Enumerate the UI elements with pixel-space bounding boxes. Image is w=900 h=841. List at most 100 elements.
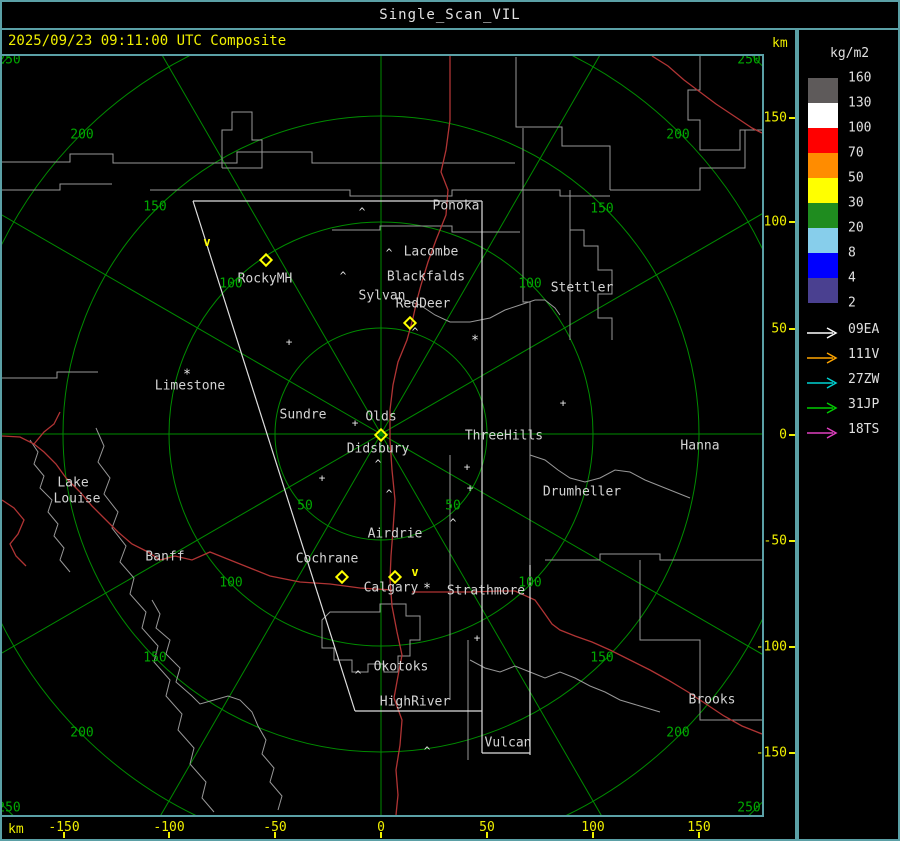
city-label: Hanna — [680, 438, 720, 454]
colorbar-value-label: 20 — [848, 220, 864, 236]
city-label: HighRiver — [379, 694, 451, 710]
right-axis-tick — [789, 117, 795, 119]
station-id-label: 27ZW — [848, 371, 880, 387]
right-axis-tick — [789, 646, 795, 648]
range-ring-label: 100 — [219, 575, 243, 591]
range-ring-label: 200 — [70, 127, 94, 143]
city-label: Brooks — [688, 692, 736, 708]
city-label: Okotoks — [373, 659, 429, 675]
range-ring-label: 50 — [445, 498, 461, 514]
station-legend-row: 31JP — [806, 396, 898, 414]
city-label: Ponoka — [432, 198, 480, 214]
station-arrow-icon — [807, 427, 838, 439]
station-id-label: 09EA — [848, 321, 880, 337]
town-caret-marker: ^ — [411, 325, 419, 339]
city-label: Louise — [53, 491, 101, 507]
bottom-axis-tick — [274, 832, 276, 838]
colorbar-swatch — [808, 153, 838, 178]
station-legend-row: 111V — [806, 346, 898, 364]
right-axis-tick-label: -100 — [755, 639, 787, 655]
city-label: Vulcan — [484, 735, 532, 751]
colorbar-swatch — [808, 178, 838, 203]
range-ring-label: 150 — [590, 201, 614, 217]
radar-map[interactable]: Ponoka Lacombe Blackfalds Sylvan RedDeer Stet… — [2, 56, 762, 815]
range-ring-label: 200 — [70, 725, 94, 741]
sidebar-separator — [795, 30, 799, 839]
range-ring-label: 50 — [297, 498, 313, 514]
town-caret-marker: ^ — [449, 516, 457, 530]
bottom-axis-tick — [168, 832, 170, 838]
city-label: RockyMH — [237, 271, 293, 287]
colorbar-swatch — [808, 253, 838, 278]
range-ring-label: 250 — [737, 56, 761, 68]
colorbar-value-label: 30 — [848, 195, 864, 211]
town-star-marker: * — [423, 581, 431, 597]
town-plus-marker: + — [351, 416, 359, 430]
town-caret-marker: ^ — [358, 205, 366, 219]
colorbar-unit-label: kg/m2 — [830, 46, 870, 61]
station-arrow-icon — [807, 327, 838, 339]
station-id-label: 111V — [848, 346, 880, 362]
station-arrow-icon — [807, 402, 838, 414]
city-label: Lake — [57, 475, 89, 491]
town-plus-marker: + — [559, 396, 567, 410]
range-ring-label: 100 — [518, 575, 542, 591]
city-label: Banff — [145, 549, 185, 565]
range-ring-label: 150 — [143, 650, 167, 666]
station-id-label: 31JP — [848, 396, 880, 412]
city-label: Calgary — [363, 580, 419, 596]
colorbar-swatch — [808, 128, 838, 153]
range-ring-label: 100 — [219, 276, 243, 292]
colorbar-value-label: 100 — [848, 120, 872, 136]
right-axis: 150 100 50 0 -50 -100 -150 — [756, 30, 795, 820]
city-label: Blackfalds — [386, 269, 466, 285]
station-arrow-icon — [807, 352, 838, 364]
colorbar-value-label: 8 — [848, 245, 856, 261]
right-axis-tick-label: 50 — [771, 321, 787, 337]
town-caret-marker: ^ — [374, 457, 382, 471]
town-plus-marker: + — [466, 481, 474, 495]
town-star-marker: * — [471, 333, 479, 349]
right-axis-tick — [789, 434, 795, 436]
colorbar-swatch — [808, 228, 838, 253]
town-caret-marker: ^ — [423, 744, 431, 758]
city-label: Didsbury — [346, 441, 410, 457]
right-axis-tick — [789, 752, 795, 754]
city-label: Cochrane — [295, 551, 359, 567]
city-label: ThreeHills — [464, 428, 544, 444]
bottom-axis-tick — [592, 832, 594, 838]
bottom-axis-unit: km — [8, 822, 24, 837]
town-caret-marker: ^ — [354, 668, 362, 682]
bottom-axis-tick — [486, 832, 488, 838]
range-ring-label: 100 — [518, 276, 542, 292]
station-id-label: 18TS — [848, 421, 880, 437]
right-axis-tick-label: -150 — [755, 745, 787, 761]
range-ring-label: 200 — [666, 127, 690, 143]
colorbar-swatch — [808, 278, 838, 303]
bottom-axis: km -150 -100 -50 0 50 100 150 — [0, 817, 795, 838]
right-axis-tick — [789, 328, 795, 330]
colorbar-swatch — [808, 103, 838, 128]
city-label: Olds — [365, 409, 397, 425]
title-bar: Single_Scan_VIL — [2, 2, 898, 28]
town-caret-marker: ^ — [385, 246, 393, 260]
right-axis-tick — [789, 221, 795, 223]
range-ring-label: 200 — [666, 725, 690, 741]
right-axis-tick — [789, 540, 795, 542]
legend-sidebar: kg/m2 160 130 100 70 50 30 20 8 4 2 09EA 111V 27Z… — [800, 30, 898, 838]
bottom-axis-tick — [380, 832, 382, 838]
window-title: Single_Scan_VIL — [379, 7, 521, 23]
right-axis-tick-label: 100 — [763, 214, 787, 230]
town-plus-marker: + — [463, 460, 471, 474]
town-caret-marker: ^ — [339, 269, 347, 283]
range-ring-label: 250 — [737, 800, 761, 815]
radar-viewer-window: Single_Scan_VIL 2025/09/23 09:11:00 UTC … — [0, 0, 900, 841]
city-label: Strathmore — [446, 583, 526, 599]
city-label: RedDeer — [395, 296, 451, 312]
bottom-axis-tick — [63, 832, 65, 838]
colorbar-value-label: 130 — [848, 95, 872, 111]
station-legend-row: 18TS — [806, 421, 898, 439]
city-label: Airdrie — [367, 526, 423, 542]
city-label: Drumheller — [542, 484, 622, 500]
colorbar-value-label: 70 — [848, 145, 864, 161]
